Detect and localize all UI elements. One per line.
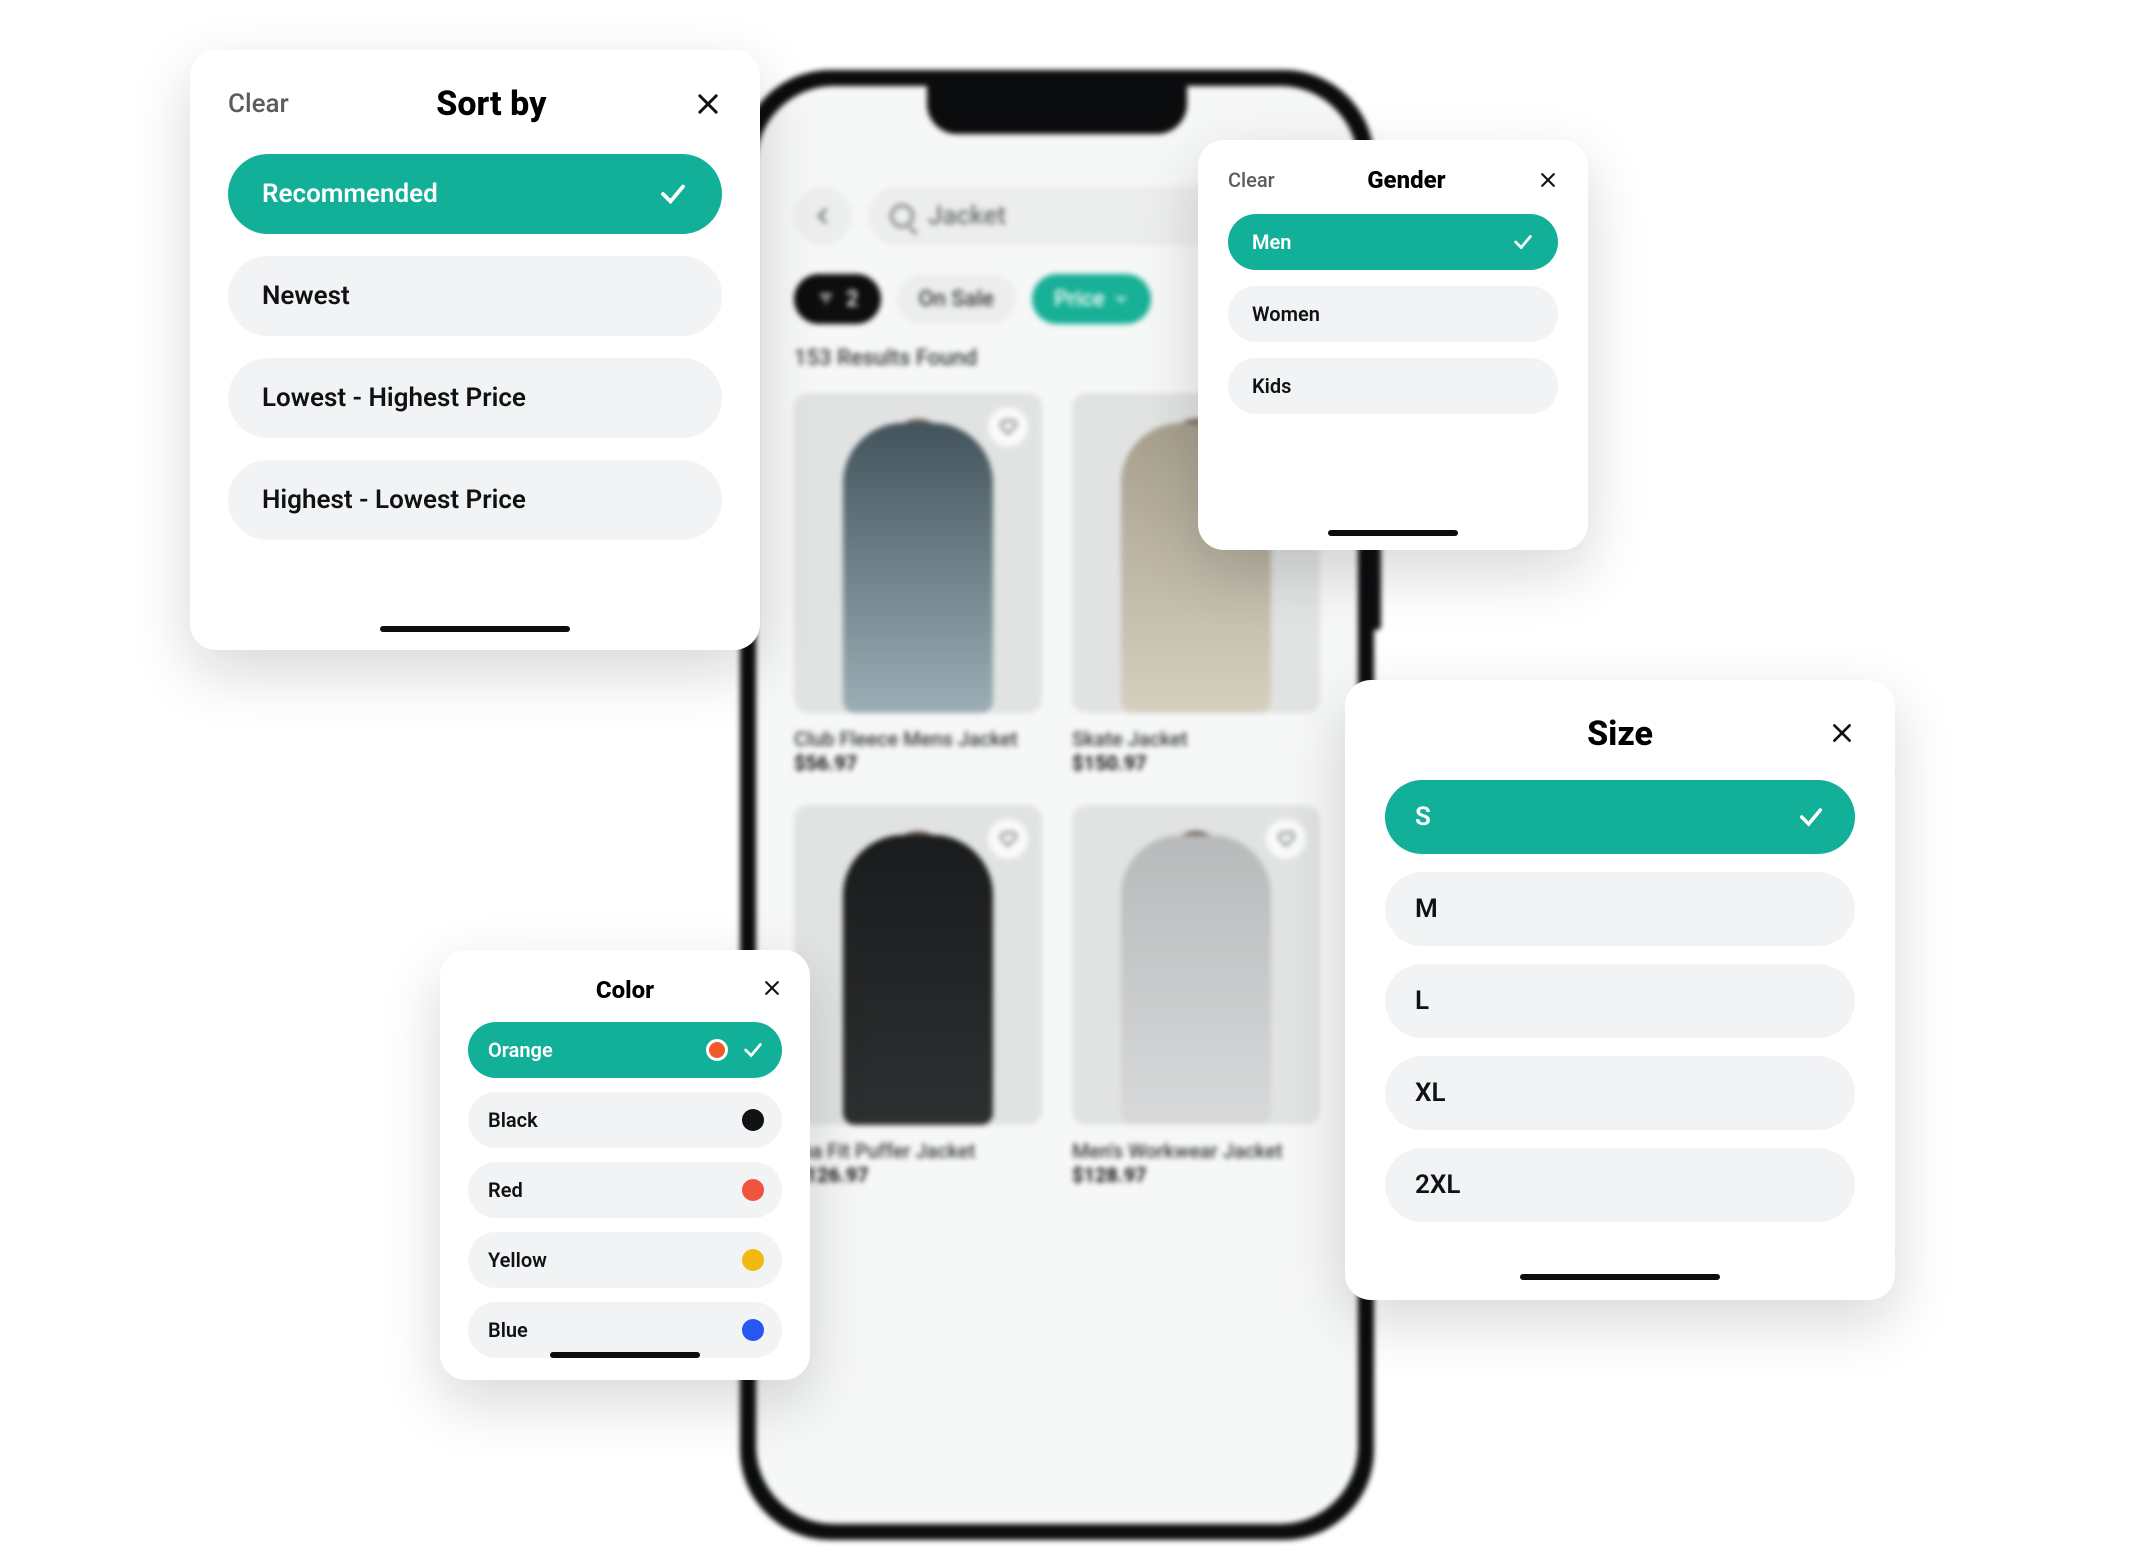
option-label: Red	[488, 1178, 523, 1202]
product-price: $126.97	[794, 1163, 1042, 1187]
option-list: S M L XL 2XL	[1385, 780, 1855, 1222]
panel-title: Color	[596, 976, 654, 1004]
price-chip[interactable]: Price	[1032, 274, 1151, 324]
product-price: $128.97	[1072, 1163, 1320, 1187]
color-option-red[interactable]: Red	[468, 1162, 782, 1218]
product-title: Skate Jacket	[1072, 727, 1320, 751]
size-option-l[interactable]: L	[1385, 964, 1855, 1038]
clear-button[interactable]: Clear	[1228, 168, 1275, 192]
option-label: Blue	[488, 1318, 528, 1342]
product-title: ma Fit Puffer Jacket	[794, 1139, 1042, 1163]
close-button[interactable]	[1538, 170, 1558, 190]
chevron-left-icon	[812, 205, 834, 227]
product-title: Club Fleece Mens Jacket	[794, 727, 1042, 751]
size-option-s[interactable]: S	[1385, 780, 1855, 854]
size-option-m[interactable]: M	[1385, 872, 1855, 946]
size-panel: Size S M L XL 2XL	[1345, 680, 1895, 1300]
color-panel: Color Orange Black Red Yello	[440, 950, 810, 1380]
check-icon	[1797, 803, 1825, 831]
heart-icon	[998, 829, 1018, 849]
color-swatch	[742, 1109, 764, 1131]
option-label: Lowest - Highest Price	[262, 383, 526, 413]
option-label: Yellow	[488, 1248, 547, 1272]
check-icon	[658, 179, 688, 209]
gender-option-women[interactable]: Women	[1228, 286, 1558, 342]
favorite-button[interactable]	[988, 407, 1028, 447]
size-option-2xl[interactable]: 2XL	[1385, 1148, 1855, 1222]
color-swatch	[742, 1249, 764, 1271]
home-indicator	[550, 1352, 700, 1358]
sort-option-recommended[interactable]: Recommended	[228, 154, 722, 234]
option-label: Men	[1252, 230, 1291, 254]
product-card[interactable]: Club Fleece Mens Jacket $56.97	[794, 393, 1042, 775]
color-option-orange[interactable]: Orange	[468, 1022, 782, 1078]
option-label: M	[1415, 894, 1438, 924]
home-indicator	[1328, 530, 1458, 536]
option-label: 2XL	[1415, 1170, 1460, 1200]
option-label: S	[1415, 802, 1431, 832]
check-icon	[1512, 231, 1534, 253]
gender-option-kids[interactable]: Kids	[1228, 358, 1558, 414]
heart-icon	[1276, 829, 1296, 849]
panel-title: Sort by	[436, 84, 546, 124]
home-indicator	[1520, 1274, 1720, 1280]
close-button[interactable]	[694, 90, 722, 118]
back-button[interactable]	[794, 187, 852, 245]
option-label: Kids	[1252, 374, 1291, 398]
check-icon	[742, 1039, 764, 1061]
option-label: Newest	[262, 281, 350, 311]
onsale-chip[interactable]: On Sale	[897, 274, 1016, 324]
panel-title: Size	[1587, 714, 1653, 754]
sortby-panel: Clear Sort by Recommended Newest Lowest …	[190, 50, 760, 650]
gender-panel: Clear Gender Men Women Kids	[1198, 140, 1588, 550]
color-option-black[interactable]: Black	[468, 1092, 782, 1148]
gender-option-men[interactable]: Men	[1228, 214, 1558, 270]
color-swatch	[742, 1319, 764, 1341]
heart-icon	[998, 417, 1018, 437]
sort-option-newest[interactable]: Newest	[228, 256, 722, 336]
close-icon	[762, 978, 782, 998]
color-swatch	[706, 1039, 728, 1061]
sort-option-low-high[interactable]: Lowest - Highest Price	[228, 358, 722, 438]
close-icon	[1829, 720, 1855, 746]
option-label: Black	[488, 1108, 538, 1132]
option-list: Orange Black Red Yellow Blue	[468, 1022, 782, 1358]
search-icon	[890, 204, 914, 228]
product-card[interactable]: ma Fit Puffer Jacket $126.97	[794, 805, 1042, 1187]
product-card[interactable]: Men's Workwear Jacket $128.97	[1072, 805, 1320, 1187]
filter-chip[interactable]: 2	[794, 274, 881, 324]
panel-title: Gender	[1367, 166, 1445, 194]
color-option-yellow[interactable]: Yellow	[468, 1232, 782, 1288]
home-indicator	[380, 626, 570, 632]
search-value: Jacket	[928, 201, 1006, 231]
product-title: Men's Workwear Jacket	[1072, 1139, 1320, 1163]
clear-button[interactable]: Clear	[228, 89, 289, 119]
color-option-blue[interactable]: Blue	[468, 1302, 782, 1358]
close-icon	[694, 90, 722, 118]
option-label: Highest - Lowest Price	[262, 485, 526, 515]
option-list: Recommended Newest Lowest - Highest Pric…	[228, 154, 722, 540]
product-price: $56.97	[794, 751, 1042, 775]
close-icon	[1538, 170, 1558, 190]
chevron-down-icon	[1113, 291, 1129, 307]
close-button[interactable]	[762, 978, 782, 998]
option-list: Men Women Kids	[1228, 214, 1558, 414]
favorite-button[interactable]	[1266, 819, 1306, 859]
option-label: Recommended	[262, 179, 438, 209]
product-price: $150.97	[1072, 751, 1320, 775]
size-option-xl[interactable]: XL	[1385, 1056, 1855, 1130]
color-swatch	[742, 1179, 764, 1201]
option-label: XL	[1415, 1078, 1446, 1108]
close-button[interactable]	[1829, 720, 1855, 746]
filter-icon	[816, 289, 836, 309]
sort-option-high-low[interactable]: Highest - Lowest Price	[228, 460, 722, 540]
favorite-button[interactable]	[988, 819, 1028, 859]
option-label: L	[1415, 986, 1429, 1016]
option-label: Orange	[488, 1038, 553, 1062]
option-label: Women	[1252, 302, 1320, 326]
